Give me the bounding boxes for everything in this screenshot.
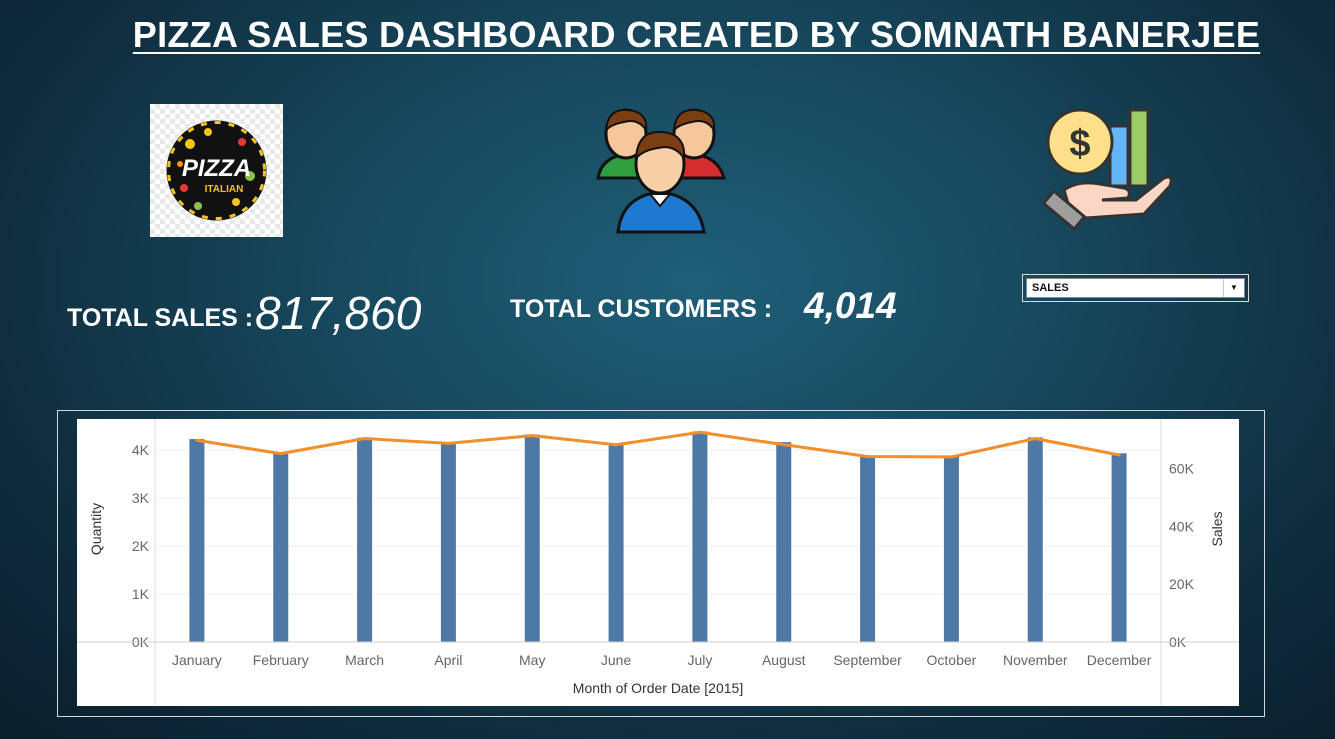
x-tick-label: June: [601, 652, 632, 668]
sales-point-april[interactable]: [446, 441, 450, 445]
sales-line[interactable]: [196, 430, 1120, 459]
y2-tick-label: 60K: [1169, 461, 1195, 477]
bar-quantity-october[interactable]: [943, 455, 959, 642]
bar-quantity-may[interactable]: [524, 434, 540, 642]
total-sales-value: 817,860: [255, 287, 422, 339]
logo-text-main: PIZZA: [182, 155, 251, 182]
y-tick-label: 4K: [132, 442, 150, 458]
money-hand-chart-icon: $: [1040, 104, 1175, 239]
sales-point-october[interactable]: [949, 455, 953, 459]
combo-chart: 0K1K2K3K4K0K20K40K60KJanuary February Marc…: [77, 419, 1239, 706]
bar-quantity-september[interactable]: [860, 455, 876, 642]
chart-panel: 0K 1K 2K 3K 4K 0K 20K 40K 60K January February Marc…: [77, 419, 1239, 706]
sales-point-june[interactable]: [614, 443, 618, 447]
x-axis-title: Month of Order Date [2015]: [573, 680, 743, 696]
y2-axis-title: Sales: [1209, 511, 1225, 546]
svg-text:$: $: [1069, 123, 1090, 165]
sales-point-march[interactable]: [363, 437, 367, 441]
y-tick-label: 1K: [132, 586, 150, 602]
x-tick-label: December: [1087, 652, 1152, 668]
total-customers-label: TOTAL CUSTOMERS :: [510, 295, 773, 323]
sales-point-december[interactable]: [1117, 453, 1121, 457]
x-tick-label: November: [1003, 652, 1068, 668]
measure-selector-value: SALES: [1032, 282, 1069, 294]
bar-quantity-november[interactable]: [1027, 437, 1043, 642]
bar-quantity-december[interactable]: [1111, 453, 1127, 642]
pizza-logo-icon: PIZZA ITALIAN: [150, 104, 283, 237]
y-tick-label: 3K: [132, 490, 150, 506]
x-tick-label: October: [927, 652, 977, 668]
sales-point-august[interactable]: [782, 443, 786, 447]
sales-point-november[interactable]: [1033, 437, 1037, 441]
bar-quantity-january[interactable]: [189, 439, 205, 642]
y-axis-title: Quantity: [88, 503, 104, 555]
bar-quantity-february[interactable]: [273, 452, 289, 642]
y2-tick-label: 20K: [1169, 576, 1195, 592]
sales-point-september[interactable]: [866, 454, 870, 458]
x-tick-label: January: [172, 652, 222, 668]
chevron-down-icon[interactable]: ▼: [1223, 279, 1244, 297]
measure-selector[interactable]: SALES ▼: [1022, 274, 1249, 302]
y-tick-label: 2K: [132, 538, 150, 554]
bar-quantity-july[interactable]: [692, 431, 708, 642]
sales-point-january[interactable]: [195, 438, 199, 442]
total-sales-label: TOTAL SALES :: [67, 304, 254, 332]
x-tick-label: August: [762, 652, 806, 668]
users-group-icon: [594, 100, 734, 245]
bar-quantity-june[interactable]: [608, 445, 624, 642]
y2-tick-label: 40K: [1169, 518, 1195, 534]
bar-quantity-april[interactable]: [440, 442, 456, 642]
measure-selector-field[interactable]: SALES ▼: [1026, 278, 1245, 298]
logo-text-sub: ITALIAN: [205, 184, 244, 195]
x-tick-label: May: [519, 652, 545, 668]
x-tick-label: April: [434, 652, 462, 668]
x-tick-label: July: [687, 652, 712, 668]
sales-point-february[interactable]: [279, 452, 283, 456]
sales-point-july[interactable]: [698, 430, 702, 434]
x-tick-label: March: [345, 652, 384, 668]
sales-point-may[interactable]: [530, 434, 534, 438]
dashboard-title: PIZZA SALES DASHBOARD CREATED BY SOMNATH…: [132, 14, 1261, 55]
x-tick-label: September: [833, 652, 902, 668]
total-customers-value: 4,014: [804, 285, 897, 326]
bar-quantity-august[interactable]: [776, 442, 792, 642]
x-tick-label: February: [253, 652, 309, 668]
bar-quantity-march[interactable]: [357, 437, 373, 642]
